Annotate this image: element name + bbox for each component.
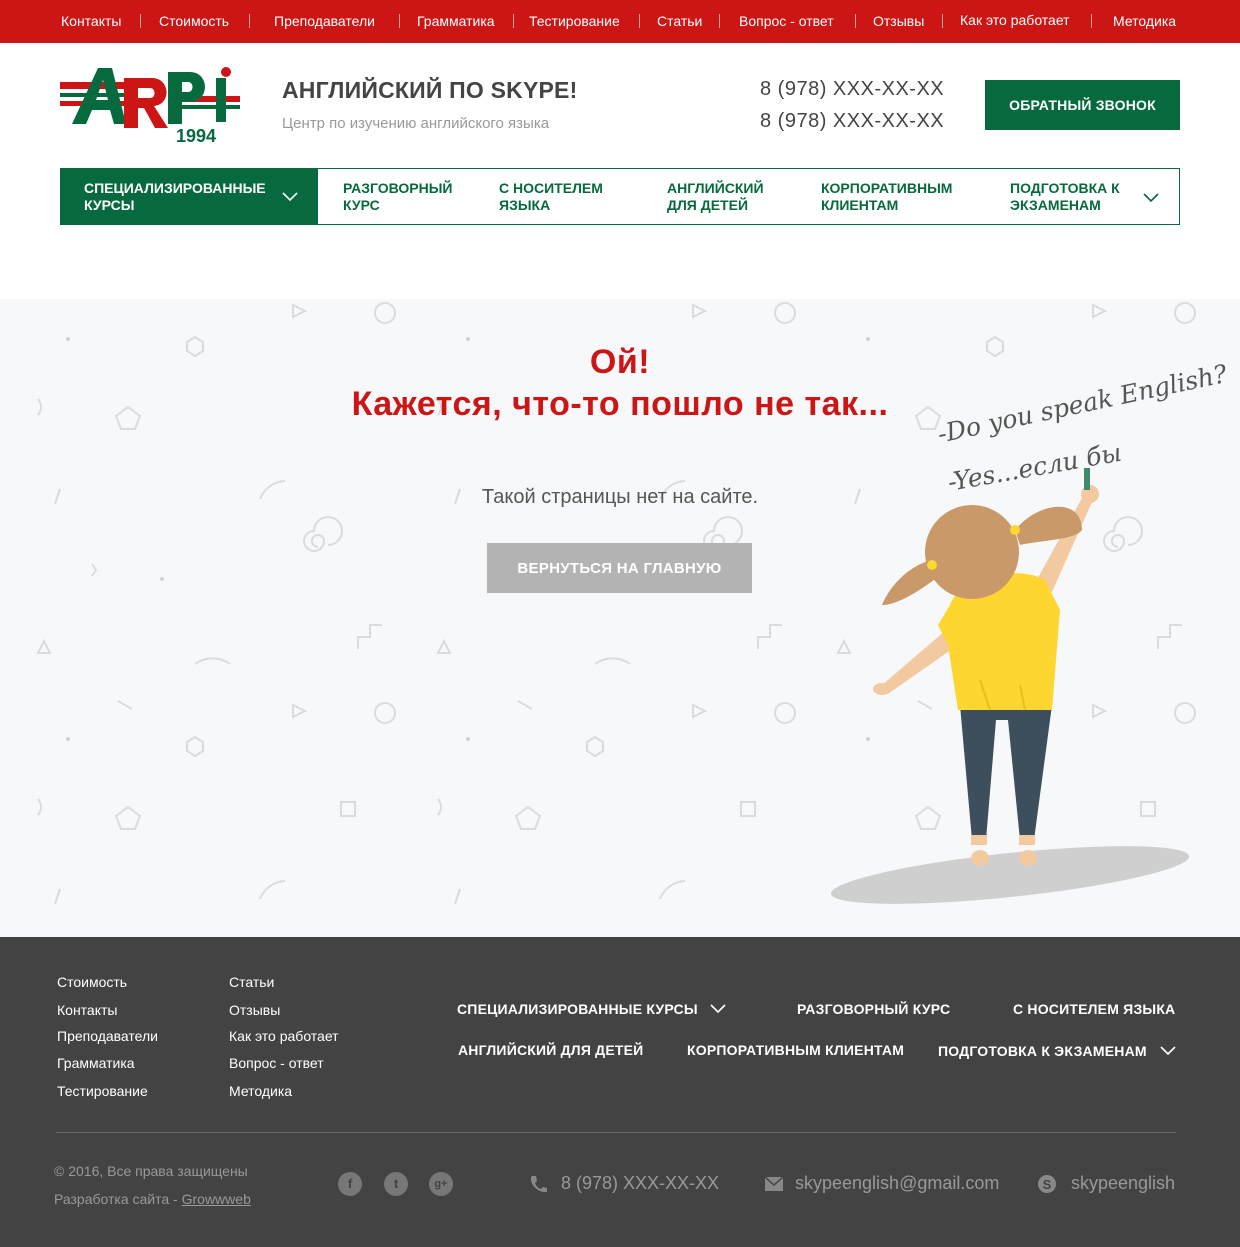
footer-course-conversation[interactable]: РАЗГОВОРНЫЙ КУРС	[797, 1001, 950, 1017]
skype-icon: S	[1038, 1175, 1056, 1193]
nav-native-speaker[interactable]: С НОСИТЕЛЕМ ЯЗЫКА	[499, 180, 603, 214]
nav-item-label: СПЕЦИАЛИЗИРОВАННЫЕ КУРСЫ	[84, 180, 266, 213]
topnav-testing[interactable]: Тестирование	[529, 13, 620, 29]
footer-link-articles[interactable]: Статьи	[229, 974, 274, 990]
topnav-separator	[639, 14, 640, 28]
footer-link-contacts[interactable]: Контакты	[57, 1002, 117, 1018]
footer-link-testing[interactable]: Тестирование	[57, 1083, 148, 1099]
developer-link[interactable]: Growwweb	[182, 1191, 251, 1207]
footer-email[interactable]: skypeenglish@gmail.com	[795, 1173, 999, 1194]
footer-course-native[interactable]: С НОСИТЕЛЕМ ЯЗЫКА	[1013, 1001, 1175, 1017]
chevron-down-icon	[1143, 193, 1159, 203]
tumblr-icon[interactable]: t	[384, 1172, 408, 1196]
callback-button[interactable]: ОБРАТНЫЙ ЗВОНОК	[985, 80, 1180, 130]
footer-link-grammar[interactable]: Грамматика	[57, 1055, 135, 1071]
site-subtitle: Центр по изучению английского языка	[282, 115, 550, 132]
chevron-down-icon	[282, 192, 298, 202]
site-title: АНГЛИЙСКИЙ ПО SKYPE!	[282, 77, 578, 103]
topnav-separator	[513, 14, 514, 28]
error-title-line1: Ой!	[589, 343, 651, 381]
footer-course-specialized[interactable]: СПЕЦИАЛИЗИРОВАННЫЕ КУРСЫ	[457, 1001, 698, 1017]
top-nav: Контакты Стоимость Преподаватели Граммат…	[0, 0, 1240, 43]
footer-link-how-it-works[interactable]: Как это работает	[229, 1028, 339, 1044]
topnav-articles[interactable]: Статьи	[657, 13, 702, 29]
footer-link-reviews[interactable]: Отзывы	[229, 1002, 280, 1018]
nav-exam-preparation[interactable]: ПОДГОТОВКА К ЭКЗАМЕНАМ	[1010, 180, 1120, 214]
phone-icon	[530, 1176, 547, 1193]
footer-divider	[56, 1132, 1176, 1133]
girl-illustration	[830, 468, 1190, 904]
topnav-how-it-works[interactable]: Как это работает	[960, 12, 1070, 28]
topnav-separator	[942, 14, 943, 28]
courses-nav: СПЕЦИАЛИЗИРОВАННЫЕ КУРСЫ РАЗГОВОРНЫЙ КУРС …	[60, 168, 1180, 225]
footer-link-methodology[interactable]: Методика	[229, 1083, 292, 1099]
header-phone-1[interactable]: 8 (978) XXX-XX-XX	[760, 78, 944, 101]
google-plus-icon[interactable]: g+	[429, 1172, 453, 1196]
site-logo[interactable]: 1994	[60, 66, 240, 144]
header-phone-2[interactable]: 8 (978) XXX-XX-XX	[760, 110, 944, 133]
facebook-icon[interactable]: f	[338, 1172, 362, 1196]
nav-corporate-clients[interactable]: КОРПОРАТИВНЫМ КЛИЕНТАМ	[821, 180, 952, 214]
footer-link-price[interactable]: Стоимость	[57, 974, 127, 990]
developer-credit: Разработка сайта - Growwweb	[54, 1191, 251, 1207]
topnav-teachers[interactable]: Преподаватели	[274, 13, 375, 29]
footer-course-kids[interactable]: АНГЛИЙСКИЙ ДЛЯ ДЕТЕЙ	[458, 1042, 643, 1058]
logo-year: 1994	[176, 126, 216, 144]
nav-english-for-kids[interactable]: АНГЛИЙСКИЙ ДЛЯ ДЕТЕЙ	[667, 180, 764, 214]
chevron-down-icon	[710, 1004, 726, 1014]
topnav-separator	[399, 14, 400, 28]
footer-skype[interactable]: skypeenglish	[1071, 1173, 1175, 1194]
email-icon	[764, 1176, 784, 1191]
footer-link-teachers[interactable]: Преподаватели	[57, 1028, 158, 1044]
topnav-methodology[interactable]: Методика	[1113, 13, 1176, 29]
nav-specialized-courses[interactable]: СПЕЦИАЛИЗИРОВАННЫЕ КУРСЫ	[60, 168, 318, 225]
topnav-separator	[249, 14, 250, 28]
topnav-separator	[1091, 14, 1092, 28]
nav-conversation-course[interactable]: РАЗГОВОРНЫЙ КУРС	[343, 180, 453, 214]
topnav-faq[interactable]: Вопрос - ответ	[739, 13, 834, 29]
topnav-reviews[interactable]: Отзывы	[873, 13, 924, 29]
topnav-separator	[719, 14, 720, 28]
footer-course-exams[interactable]: ПОДГОТОВКА К ЭКЗАМЕНАМ	[938, 1043, 1147, 1059]
topnav-grammar[interactable]: Грамматика	[417, 13, 495, 29]
back-home-button[interactable]: ВЕРНУТЬСЯ НА ГЛАВНУЮ	[487, 543, 752, 593]
topnav-price[interactable]: Стоимость	[159, 13, 229, 29]
footer-link-faq[interactable]: Вопрос - ответ	[229, 1055, 324, 1071]
footer-phone[interactable]: 8 (978) XXX-XX-XX	[561, 1173, 719, 1194]
copyright: © 2016, Все права защищены	[54, 1163, 248, 1179]
topnav-contacts[interactable]: Контакты	[61, 13, 121, 29]
footer-course-corporate[interactable]: КОРПОРАТИВНЫМ КЛИЕНТАМ	[687, 1042, 904, 1058]
topnav-separator	[855, 14, 856, 28]
topnav-separator	[140, 14, 141, 28]
chevron-down-icon	[1160, 1046, 1176, 1056]
svg-text:S: S	[1043, 1177, 1052, 1192]
